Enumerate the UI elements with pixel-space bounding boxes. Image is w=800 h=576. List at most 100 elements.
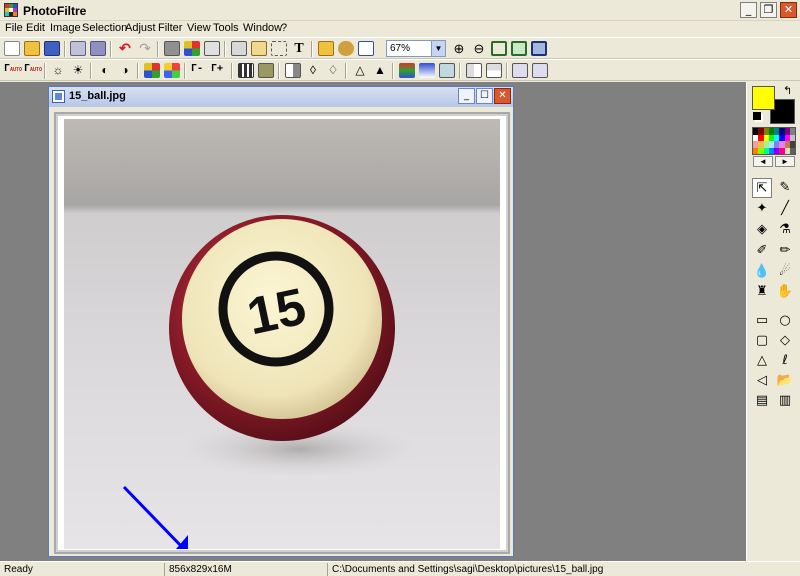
gamma-minus-button[interactable]: Γ- — [191, 63, 203, 74]
soften-icon[interactable]: △ — [352, 63, 368, 78]
flip-vertical-icon[interactable] — [486, 63, 502, 78]
open-folder-icon[interactable] — [24, 41, 40, 56]
brightness-plus-icon[interactable]: ☀ — [70, 63, 86, 78]
palette-swatch[interactable] — [790, 148, 795, 155]
restore-button[interactable]: ❐ — [760, 2, 777, 18]
actual-size-icon[interactable] — [491, 41, 507, 56]
photofiltre-logo-icon — [4, 3, 18, 17]
rotate-right-icon[interactable] — [532, 63, 548, 78]
toolbar-separator — [137, 63, 139, 79]
sky-filter-icon[interactable] — [419, 63, 435, 78]
transform-icon[interactable] — [204, 41, 220, 56]
sharpen-icon[interactable]: ▲ — [372, 63, 388, 78]
fit-window-icon[interactable] — [511, 41, 527, 56]
saturation-plus-icon[interactable] — [164, 63, 180, 78]
color-palette[interactable] — [752, 127, 796, 155]
rounded-rect-tool-icon[interactable]: ▢ — [752, 331, 772, 351]
palette-next-button[interactable]: ► — [775, 156, 795, 167]
gradient-filter-icon[interactable] — [399, 63, 415, 78]
auto-levels-button[interactable]: ΓAUTO — [4, 63, 22, 74]
smudge-tool-icon[interactable]: ☄ — [775, 262, 795, 282]
magic-wand-tool-icon[interactable]: ✦ — [752, 199, 772, 219]
lasso-tool-icon[interactable]: ℓ — [775, 351, 795, 371]
menu-image[interactable]: Image — [50, 22, 81, 34]
tools-panel: ↰ ◄ ► ⇱✎✦╱◈⚗✐✏💧☄♜✋▭○▢◇△ℓ◁📂▤▥ — [746, 82, 800, 561]
menu-window[interactable]: Window — [243, 22, 282, 34]
browser-icon[interactable] — [358, 41, 374, 56]
fullscreen-icon[interactable] — [531, 41, 547, 56]
foreground-color-swatch[interactable] — [752, 86, 775, 110]
menu-view[interactable]: View — [187, 22, 211, 34]
menu-tools[interactable]: Tools — [213, 22, 239, 34]
flip-horizontal-icon[interactable] — [466, 63, 482, 78]
contrast-plus-icon[interactable]: ◑ — [117, 63, 133, 78]
toolbar-separator — [64, 41, 66, 57]
rotate-left-icon[interactable] — [512, 63, 528, 78]
selection-b-tool-icon[interactable]: ▥ — [775, 391, 795, 411]
triangle-tool-icon[interactable]: △ — [752, 351, 772, 371]
close-button[interactable]: ✕ — [780, 2, 797, 18]
undo-icon[interactable]: ↶ — [117, 41, 133, 56]
reset-colors-icon[interactable] — [753, 112, 761, 120]
crop-icon[interactable] — [271, 41, 287, 56]
gamma-plus-button[interactable]: Γ+ — [211, 63, 223, 74]
rectangle-tool-icon[interactable]: ▭ — [752, 311, 772, 331]
doc-maximize-button[interactable]: ☐ — [476, 88, 493, 104]
clone-stamp-tool-icon[interactable]: ♜ — [752, 282, 772, 302]
zoom-select[interactable]: 67% ▼ — [386, 40, 446, 57]
chevron-down-icon[interactable]: ▼ — [431, 41, 445, 56]
print-icon[interactable] — [70, 41, 86, 56]
text-tool-icon[interactable]: T — [291, 41, 307, 56]
fill-tool-icon[interactable]: ◈ — [752, 220, 772, 240]
blur-drop-icon[interactable]: ◊ — [305, 63, 321, 78]
invert-icon[interactable] — [285, 63, 301, 78]
brush-tool-icon[interactable]: ✐ — [752, 241, 772, 261]
spray-tool-icon[interactable]: ⚗ — [775, 220, 795, 240]
doc-minimize-button[interactable]: _ — [458, 88, 475, 104]
scan-icon[interactable] — [90, 41, 106, 56]
open-shape-tool-icon[interactable]: 📂 — [775, 371, 795, 391]
document-titlebar[interactable]: 15_ball.jpg _ ☐ ✕ — [49, 87, 513, 107]
paste-image-icon[interactable] — [251, 41, 267, 56]
redo-icon[interactable]: ↷ — [137, 41, 153, 56]
zoom-out-icon[interactable]: ⊖ — [471, 41, 487, 56]
ellipse-tool-icon[interactable]: ○ — [775, 311, 795, 331]
diamond-tool-icon[interactable]: ◇ — [775, 331, 795, 351]
hand-tool-icon[interactable]: ✋ — [775, 282, 795, 302]
line-tool-icon[interactable]: ╱ — [775, 199, 795, 219]
menu-selection[interactable]: Selection — [82, 22, 127, 34]
explorer-icon[interactable] — [318, 41, 334, 56]
menu-filter[interactable]: Filter — [158, 22, 182, 34]
eyedropper-tool-icon[interactable]: ✎ — [775, 178, 795, 198]
fill-gray-icon[interactable] — [164, 41, 180, 56]
pointer-tool-icon[interactable]: ⇱ — [752, 178, 772, 198]
menu-adjust[interactable]: Adjust — [125, 22, 156, 34]
billiard-ball-photo[interactable]: 15 — [64, 119, 500, 549]
saturation-minus-icon[interactable] — [144, 63, 160, 78]
image-canvas[interactable]: 15 — [54, 112, 510, 554]
pencil-tool-icon[interactable]: ✏ — [775, 241, 795, 261]
sharpen-drop-icon[interactable]: ♢ — [325, 63, 341, 78]
blur-tool-icon[interactable]: 💧 — [752, 262, 772, 282]
swap-colors-icon[interactable]: ↰ — [783, 84, 792, 97]
menu-edit[interactable]: Edit — [26, 22, 45, 34]
frame-filter-icon[interactable] — [439, 63, 455, 78]
menu-file[interactable]: File — [5, 22, 23, 34]
brightness-minus-icon[interactable]: ☼ — [50, 63, 66, 78]
palette-prev-button[interactable]: ◄ — [753, 156, 773, 167]
menu-help[interactable]: ? — [281, 22, 287, 34]
selection-a-tool-icon[interactable]: ▤ — [752, 391, 772, 411]
doc-close-button[interactable]: ✕ — [494, 88, 511, 104]
texture-filter-icon[interactable] — [258, 63, 274, 78]
save-icon[interactable] — [44, 41, 60, 56]
plugin-icon[interactable] — [338, 41, 354, 56]
zoom-in-icon[interactable]: ⊕ — [451, 41, 467, 56]
minimize-button[interactable]: _ — [740, 2, 757, 18]
color-grid-icon[interactable] — [184, 41, 200, 56]
auto-contrast-button[interactable]: ΓAUTO — [24, 63, 42, 74]
contrast-minus-icon[interactable]: ◐ — [97, 63, 113, 78]
new-file-icon[interactable] — [4, 41, 20, 56]
copy-image-icon[interactable] — [231, 41, 247, 56]
grid-filter-icon[interactable] — [238, 63, 254, 78]
polygon-tool-icon[interactable]: ◁ — [752, 371, 772, 391]
